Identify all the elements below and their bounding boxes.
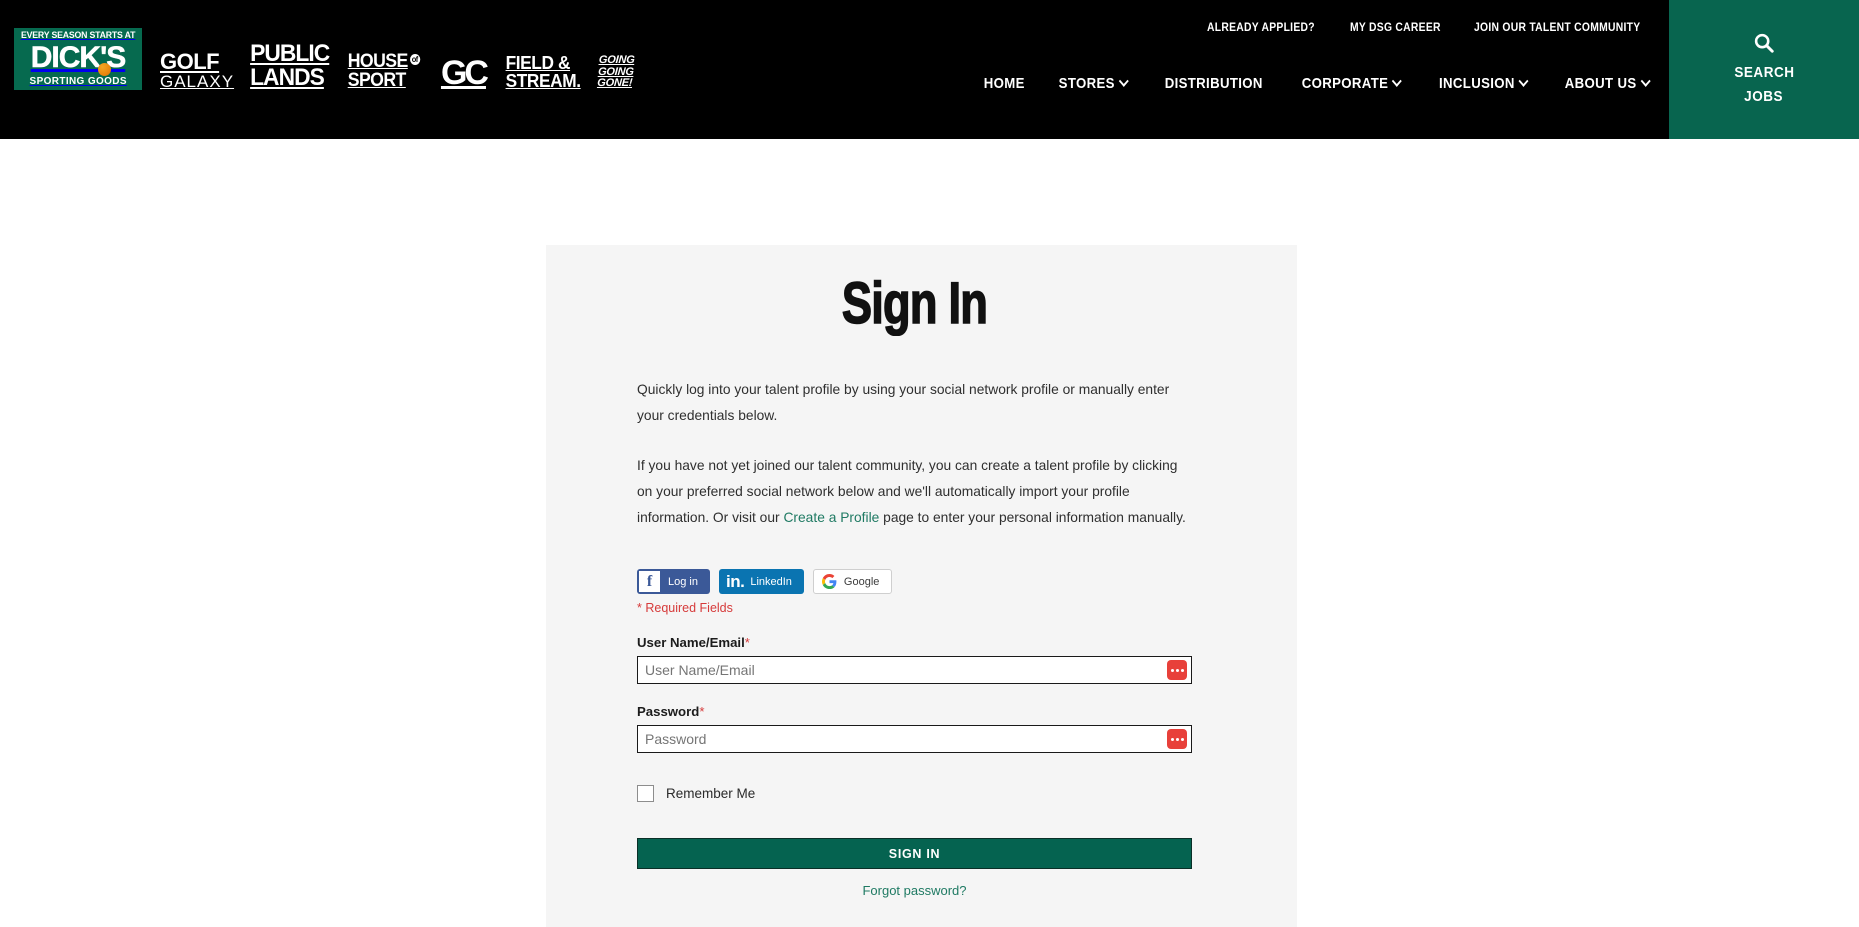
dot-1	[1170, 668, 1174, 672]
brand-going-going-gone[interactable]: GOING GOING GONE!	[596, 54, 635, 90]
search-jobs-button[interactable]: SEARCH JOBS	[1669, 0, 1859, 139]
nav-about-us-label: ABOUT US	[1565, 75, 1637, 92]
nav-distribution[interactable]: DISTRIBUTION	[1164, 75, 1262, 92]
dot-2	[1175, 668, 1179, 672]
brand-golf-galaxy-line1: GOLF	[160, 49, 220, 74]
page-title: Sign In	[841, 271, 988, 336]
brand-house-of-sport-line1: HOUSE of	[348, 51, 421, 72]
chevron-down-icon	[1640, 75, 1651, 87]
chevron-down-icon	[1118, 75, 1129, 87]
logo-subtitle: SPORTING GOODS	[29, 75, 127, 87]
password-label-text: Password	[637, 704, 700, 719]
remember-me-checkbox[interactable]	[637, 785, 654, 802]
nav-my-dsg-career[interactable]: MY DSG CAREER	[1350, 22, 1441, 34]
nav-home-label: HOME	[983, 75, 1025, 92]
facebook-login-button[interactable]: f Log in	[637, 569, 710, 594]
sign-in-panel: Sign In Quickly log into your talent pro…	[546, 245, 1297, 927]
forgot-password-link[interactable]: Forgot password?	[637, 883, 1192, 898]
nav-already-applied[interactable]: ALREADY APPLIED?	[1207, 22, 1315, 34]
nav-stores[interactable]: STORES	[1058, 75, 1129, 92]
logo-wordmark-text: DICK'S	[30, 41, 126, 74]
logo-wordmark: DICK'S	[30, 41, 126, 76]
brand-ggg-line3: GONE!	[596, 77, 633, 90]
username-required-mark: *	[744, 635, 750, 650]
password-manager-icon[interactable]	[1167, 729, 1187, 749]
nav-corporate-label: CORPORATE	[1301, 75, 1389, 92]
search-jobs-line2: JOBS	[1744, 87, 1784, 105]
google-login-label: Google	[843, 575, 880, 588]
nav-inclusion[interactable]: INCLUSION	[1439, 75, 1529, 92]
brand-logo-strip: EVERY SEASON STARTS AT DICK'S SPORTING G…	[14, 28, 635, 92]
brand-gc-line1: GC	[440, 54, 489, 92]
username-label-text: User Name/Email	[637, 635, 745, 650]
password-required-mark: *	[699, 704, 705, 719]
nav-stores-label: STORES	[1058, 75, 1115, 92]
dot-3	[1180, 668, 1184, 672]
password-label: Password*	[637, 704, 1192, 719]
brand-house-text: HOUSE	[348, 51, 409, 72]
search-icon	[1754, 33, 1774, 53]
site-header: EVERY SEASON STARTS AT DICK'S SPORTING G…	[0, 0, 1859, 139]
password-input[interactable]	[637, 725, 1192, 753]
google-icon	[821, 574, 837, 589]
nav-join-talent-community[interactable]: JOIN OUR TALENT COMMUNITY	[1474, 22, 1640, 34]
main-nav: HOME STORES DISTRIBUTION CORPORATE INCLU…	[981, 75, 1655, 92]
chevron-down-icon	[1518, 75, 1529, 87]
logo-tagline: EVERY SEASON STARTS AT	[20, 30, 136, 41]
brand-field-and-stream-line2: STREAM.	[505, 71, 581, 91]
password-manager-icon[interactable]	[1167, 660, 1187, 680]
search-jobs-line1: SEARCH	[1733, 63, 1795, 81]
intro-paragraph-1: Quickly log into your talent profile by …	[637, 382, 1170, 423]
username-input-wrap	[637, 656, 1192, 684]
password-input-wrap	[637, 725, 1192, 753]
facebook-icon: f	[639, 571, 660, 592]
password-field-group: Password*	[637, 704, 1192, 753]
required-fields-note: * Required Fields	[637, 601, 733, 615]
nav-home[interactable]: HOME	[984, 75, 1025, 92]
chevron-down-icon	[1392, 75, 1403, 87]
username-field-group: User Name/Email*	[637, 635, 1192, 684]
dot-1	[1170, 737, 1174, 741]
linkedin-icon: in.	[725, 571, 745, 591]
username-input[interactable]	[637, 656, 1192, 684]
brand-public-lands-line2: LANDS	[250, 64, 325, 91]
create-a-profile-link[interactable]: Create a Profile	[783, 510, 879, 525]
username-label: User Name/Email*	[637, 635, 1192, 650]
nav-distribution-label: DISTRIBUTION	[1164, 75, 1263, 92]
utility-nav: ALREADY APPLIED? MY DSG CAREER JOIN OUR …	[1207, 22, 1659, 34]
brand-public-lands[interactable]: PUBLIC LANDS	[250, 40, 330, 91]
brand-golf-galaxy-line2: GALAXY	[160, 72, 235, 91]
brand-public-lands-line1: PUBLIC	[250, 40, 330, 67]
dot-2	[1175, 737, 1179, 741]
paragraph-2-post: page to enter your personal information …	[879, 510, 1186, 525]
social-login-row: f Log in in. LinkedIn Google	[637, 569, 1192, 594]
sign-in-button[interactable]: SIGN IN	[637, 838, 1192, 869]
page-body: Sign In Quickly log into your talent pro…	[0, 139, 1859, 927]
linkedin-login-label: LinkedIn	[750, 575, 792, 588]
linkedin-login-button[interactable]: in. LinkedIn	[718, 569, 804, 594]
brand-golf-galaxy[interactable]: GOLF GALAXY	[160, 49, 235, 91]
brand-field-and-stream[interactable]: FIELD & STREAM.	[506, 54, 581, 90]
brand-gc[interactable]: GC	[440, 54, 489, 92]
nav-corporate[interactable]: CORPORATE	[1301, 75, 1403, 92]
of-badge-icon: of	[410, 54, 421, 65]
dot-3	[1180, 737, 1184, 741]
nav-about-us[interactable]: ABOUT US	[1565, 75, 1651, 92]
google-login-button[interactable]: Google	[812, 569, 893, 594]
nav-inclusion-label: INCLUSION	[1439, 75, 1516, 92]
intro-paragraph-2: If you have not yet joined our talent co…	[637, 453, 1192, 531]
facebook-login-label: Log in	[668, 575, 698, 588]
brand-house-of-sport-line2: SPORT	[348, 70, 407, 91]
remember-me-label: Remember Me	[666, 786, 756, 801]
remember-me-row: Remember Me	[637, 785, 1192, 802]
brand-field-and-stream-line1: FIELD &	[505, 53, 571, 73]
brand-house-of-sport[interactable]: HOUSE of SPORT	[348, 51, 421, 91]
dicks-sporting-goods-logo[interactable]: EVERY SEASON STARTS AT DICK'S SPORTING G…	[14, 28, 142, 90]
